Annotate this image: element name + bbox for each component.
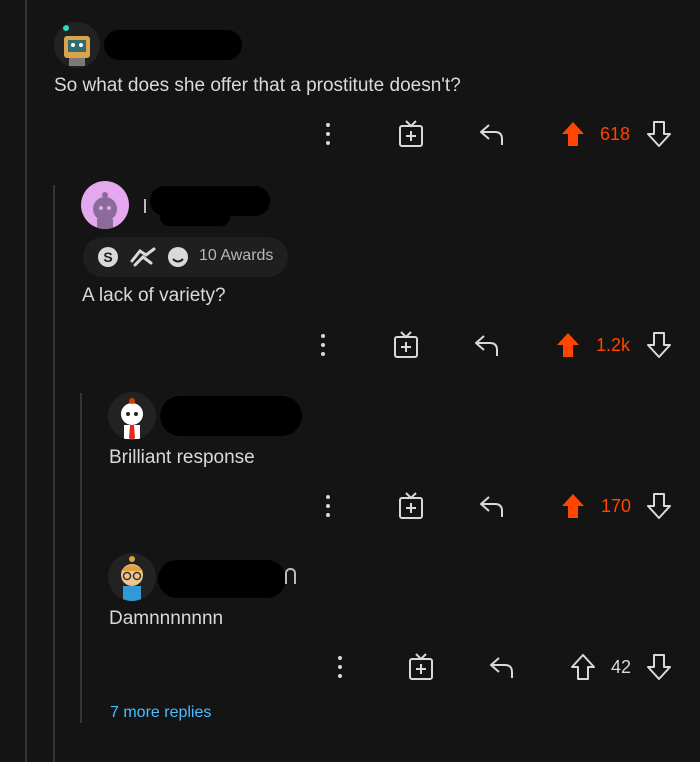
user-avatar[interactable]	[54, 22, 100, 68]
awards-count-label: 10 Awards	[199, 247, 274, 264]
comment-actions: 170	[318, 491, 678, 521]
robot-avatar-icon	[63, 25, 90, 66]
reply-icon[interactable]	[478, 491, 506, 521]
redacted-username[interactable]	[158, 560, 286, 598]
more-options-icon[interactable]	[318, 119, 338, 149]
vote-score: 1.2k	[596, 335, 631, 355]
downvote-icon[interactable]	[646, 652, 672, 682]
gift-award-icon[interactable]	[408, 652, 434, 682]
redacted-username[interactable]	[160, 396, 302, 436]
thread-line-level-1[interactable]	[53, 185, 55, 762]
vote-score: 170	[601, 496, 632, 516]
thread-line-root[interactable]	[25, 0, 27, 762]
comment-body: Damnnnnnnn	[109, 608, 224, 629]
handshake-award-icon	[130, 247, 156, 267]
vote-score: 42	[611, 657, 632, 677]
user-avatar[interactable]	[108, 392, 156, 440]
downvote-icon[interactable]	[646, 330, 672, 360]
upvote-icon[interactable]	[555, 330, 581, 360]
more-options-icon[interactable]	[330, 652, 350, 682]
username-fragment	[285, 568, 296, 584]
user-avatar[interactable]	[108, 553, 156, 601]
downvote-icon[interactable]	[646, 119, 672, 149]
redacted-username[interactable]	[104, 30, 242, 60]
username-cursor	[144, 199, 146, 213]
snoo-tie-avatar-icon	[121, 398, 143, 440]
comment-body: Brilliant response	[109, 447, 255, 468]
reply-icon[interactable]	[478, 119, 506, 149]
more-options-icon[interactable]	[313, 330, 333, 360]
gift-award-icon[interactable]	[398, 119, 424, 149]
snoo-glasses-avatar-icon	[121, 556, 143, 601]
comment-body: So what does she offer that a prostitute…	[54, 75, 461, 96]
more-options-icon[interactable]	[318, 491, 338, 521]
upvote-icon[interactable]	[560, 119, 586, 149]
vote-score: 618	[600, 124, 631, 144]
awards-pill[interactable]: S 10 Awards	[83, 237, 288, 277]
more-replies-link[interactable]: 7 more replies	[110, 704, 211, 722]
user-avatar[interactable]	[81, 181, 129, 229]
svg-text:S: S	[103, 249, 112, 265]
downvote-icon[interactable]	[646, 491, 672, 521]
reply-icon[interactable]	[488, 652, 516, 682]
reply-icon[interactable]	[473, 330, 501, 360]
upvote-icon[interactable]	[570, 652, 596, 682]
thread-line-level-2[interactable]	[80, 393, 82, 723]
wholesome-award-icon	[168, 247, 188, 267]
gift-award-icon[interactable]	[393, 330, 419, 360]
comment-actions: 618	[318, 119, 678, 149]
upvote-icon[interactable]	[560, 491, 586, 521]
redacted-username-extension	[160, 208, 230, 226]
comment-actions: 42	[330, 652, 678, 682]
gift-award-icon[interactable]	[398, 491, 424, 521]
default-snoo-avatar-icon	[93, 192, 117, 229]
comment-actions: 1.2k	[313, 330, 678, 360]
comment-body: A lack of variety?	[82, 285, 226, 306]
silver-award-icon: S	[98, 247, 118, 267]
